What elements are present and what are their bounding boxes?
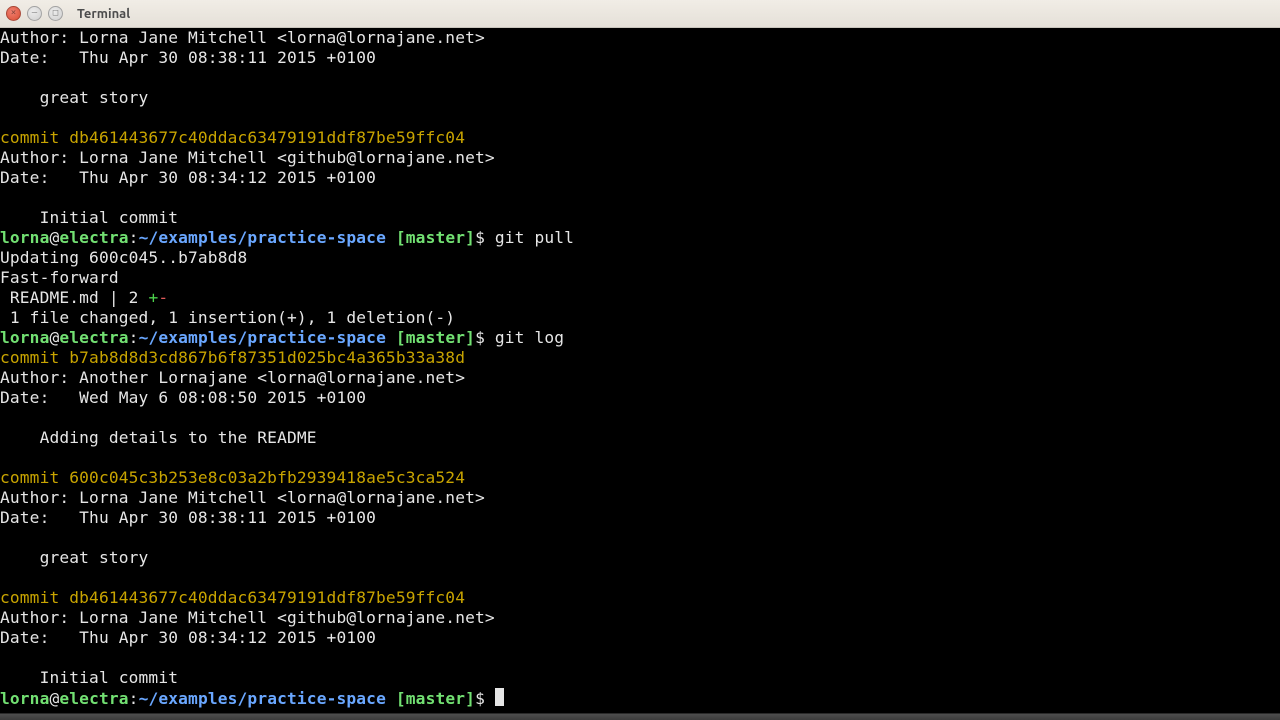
commit-hash: commit 600c045c3b253e8c03a2bfb2939418ae5… [0, 468, 465, 487]
prompt-user: lorna [0, 328, 49, 347]
close-icon[interactable]: × [6, 6, 21, 21]
prompt-at: @ [49, 689, 59, 708]
log-message: Initial commit [0, 668, 178, 687]
prompt-branch: [master] [396, 689, 475, 708]
log-author: Author: Lorna Jane Mitchell <github@lorn… [0, 608, 495, 627]
commit-hash: commit db461443677c40ddac63479191ddf87be… [0, 588, 465, 607]
command-text: git pull [485, 228, 574, 247]
log-date: Date: Wed May 6 08:08:50 2015 +0100 [0, 388, 366, 407]
log-author: Author: Lorna Jane Mitchell <github@lorn… [0, 148, 495, 167]
prompt-dollar: $ [475, 689, 485, 708]
prompt-host: electra [59, 328, 128, 347]
prompt-user: lorna [0, 228, 49, 247]
prompt-colon: : [129, 689, 139, 708]
diffstat-minus: - [158, 288, 168, 307]
log-message: great story [0, 548, 148, 567]
prompt-colon: : [129, 328, 139, 347]
prompt-colon: : [129, 228, 139, 247]
command-text: git log [485, 328, 564, 347]
pull-fastforward: Fast-forward [0, 268, 119, 287]
prompt-dollar: $ [475, 228, 485, 247]
commit-hash: commit db461443677c40ddac63479191ddf87be… [0, 128, 465, 147]
log-message: great story [0, 88, 148, 107]
window-titlebar: × – □ Terminal [0, 0, 1280, 28]
log-author: Author: Lorna Jane Mitchell <lorna@lorna… [0, 28, 485, 47]
prompt-user: lorna [0, 689, 49, 708]
pull-updating: Updating 600c045..b7ab8d8 [0, 248, 247, 267]
prompt-path: ~/examples/practice-space [139, 328, 386, 347]
pull-file: README.md | 2 [0, 288, 148, 307]
window-title: Terminal [77, 7, 130, 21]
log-author: Author: Lorna Jane Mitchell <lorna@lorna… [0, 488, 485, 507]
prompt-host: electra [59, 689, 128, 708]
log-message: Adding details to the README [0, 428, 317, 447]
window-bottom-border [0, 713, 1280, 720]
prompt-dollar: $ [475, 328, 485, 347]
prompt-branch: [master] [396, 228, 475, 247]
terminal-output[interactable]: Author: Lorna Jane Mitchell <lorna@lorna… [0, 28, 1280, 713]
log-author: Author: Another Lornajane <lorna@lornaja… [0, 368, 465, 387]
prompt-path: ~/examples/practice-space [139, 228, 386, 247]
commit-hash: commit b7ab8d8d3cd867b6f87351d025bc4a365… [0, 348, 465, 367]
log-date: Date: Thu Apr 30 08:34:12 2015 +0100 [0, 628, 376, 647]
log-message: Initial commit [0, 208, 178, 227]
log-date: Date: Thu Apr 30 08:38:11 2015 +0100 [0, 48, 376, 67]
log-date: Date: Thu Apr 30 08:34:12 2015 +0100 [0, 168, 376, 187]
cursor [495, 688, 504, 706]
log-date: Date: Thu Apr 30 08:38:11 2015 +0100 [0, 508, 376, 527]
prompt-at: @ [49, 328, 59, 347]
prompt-branch: [master] [396, 328, 475, 347]
minimize-icon[interactable]: – [27, 6, 42, 21]
pull-summary: 1 file changed, 1 insertion(+), 1 deleti… [0, 308, 455, 327]
maximize-icon[interactable]: □ [48, 6, 63, 21]
prompt-host: electra [59, 228, 128, 247]
prompt-path: ~/examples/practice-space [139, 689, 386, 708]
prompt-at: @ [49, 228, 59, 247]
diffstat-plus: + [148, 288, 158, 307]
